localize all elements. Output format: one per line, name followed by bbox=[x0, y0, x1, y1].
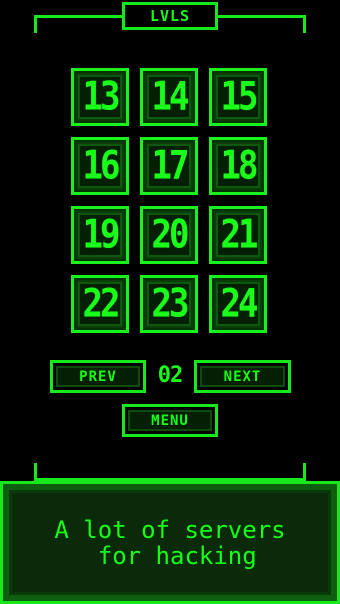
bottom-frame bbox=[34, 463, 306, 481]
level-button-24[interactable]: 24 bbox=[209, 275, 267, 333]
level-number: 16 bbox=[82, 143, 121, 189]
level-button-16[interactable]: 16 bbox=[71, 137, 129, 195]
pager: PREV 02 NEXT bbox=[50, 360, 291, 393]
next-button-label: NEXT bbox=[223, 368, 262, 385]
level-button-18[interactable]: 18 bbox=[209, 137, 267, 195]
menu-button[interactable]: MENU bbox=[122, 404, 218, 437]
screen-title: LVLS bbox=[122, 2, 218, 30]
dialog-text-line-1: A lot of servers bbox=[54, 515, 286, 544]
next-page-button[interactable]: NEXT bbox=[194, 360, 291, 393]
level-number: 20 bbox=[151, 212, 190, 258]
level-number: 19 bbox=[82, 212, 121, 258]
dialog-text-line-2: for hacking bbox=[83, 541, 257, 570]
message-dialog: A lot of servers for hacking bbox=[0, 481, 340, 604]
level-button-20[interactable]: 20 bbox=[140, 206, 198, 264]
level-grid: 13 14 15 16 17 18 19 20 21 22 23 24 bbox=[71, 68, 269, 333]
menu-button-label: MENU bbox=[151, 412, 189, 429]
level-number: 24 bbox=[220, 281, 259, 327]
prev-page-button[interactable]: PREV bbox=[50, 360, 146, 393]
level-button-23[interactable]: 23 bbox=[140, 275, 198, 333]
level-number: 23 bbox=[151, 281, 190, 327]
level-number: 14 bbox=[151, 74, 190, 120]
level-number: 15 bbox=[220, 74, 259, 120]
level-number: 21 bbox=[220, 212, 259, 258]
level-button-22[interactable]: 22 bbox=[71, 275, 129, 333]
level-number: 17 bbox=[151, 143, 190, 189]
level-button-19[interactable]: 19 bbox=[71, 206, 129, 264]
level-button-21[interactable]: 21 bbox=[209, 206, 267, 264]
level-button-17[interactable]: 17 bbox=[140, 137, 198, 195]
level-button-13[interactable]: 13 bbox=[71, 68, 129, 126]
level-button-14[interactable]: 14 bbox=[140, 68, 198, 126]
level-number: 18 bbox=[220, 143, 259, 189]
level-button-15[interactable]: 15 bbox=[209, 68, 267, 126]
level-number: 13 bbox=[82, 74, 121, 120]
page-number: 02 bbox=[157, 363, 184, 388]
prev-button-label: PREV bbox=[79, 368, 117, 385]
level-number: 22 bbox=[82, 281, 121, 327]
